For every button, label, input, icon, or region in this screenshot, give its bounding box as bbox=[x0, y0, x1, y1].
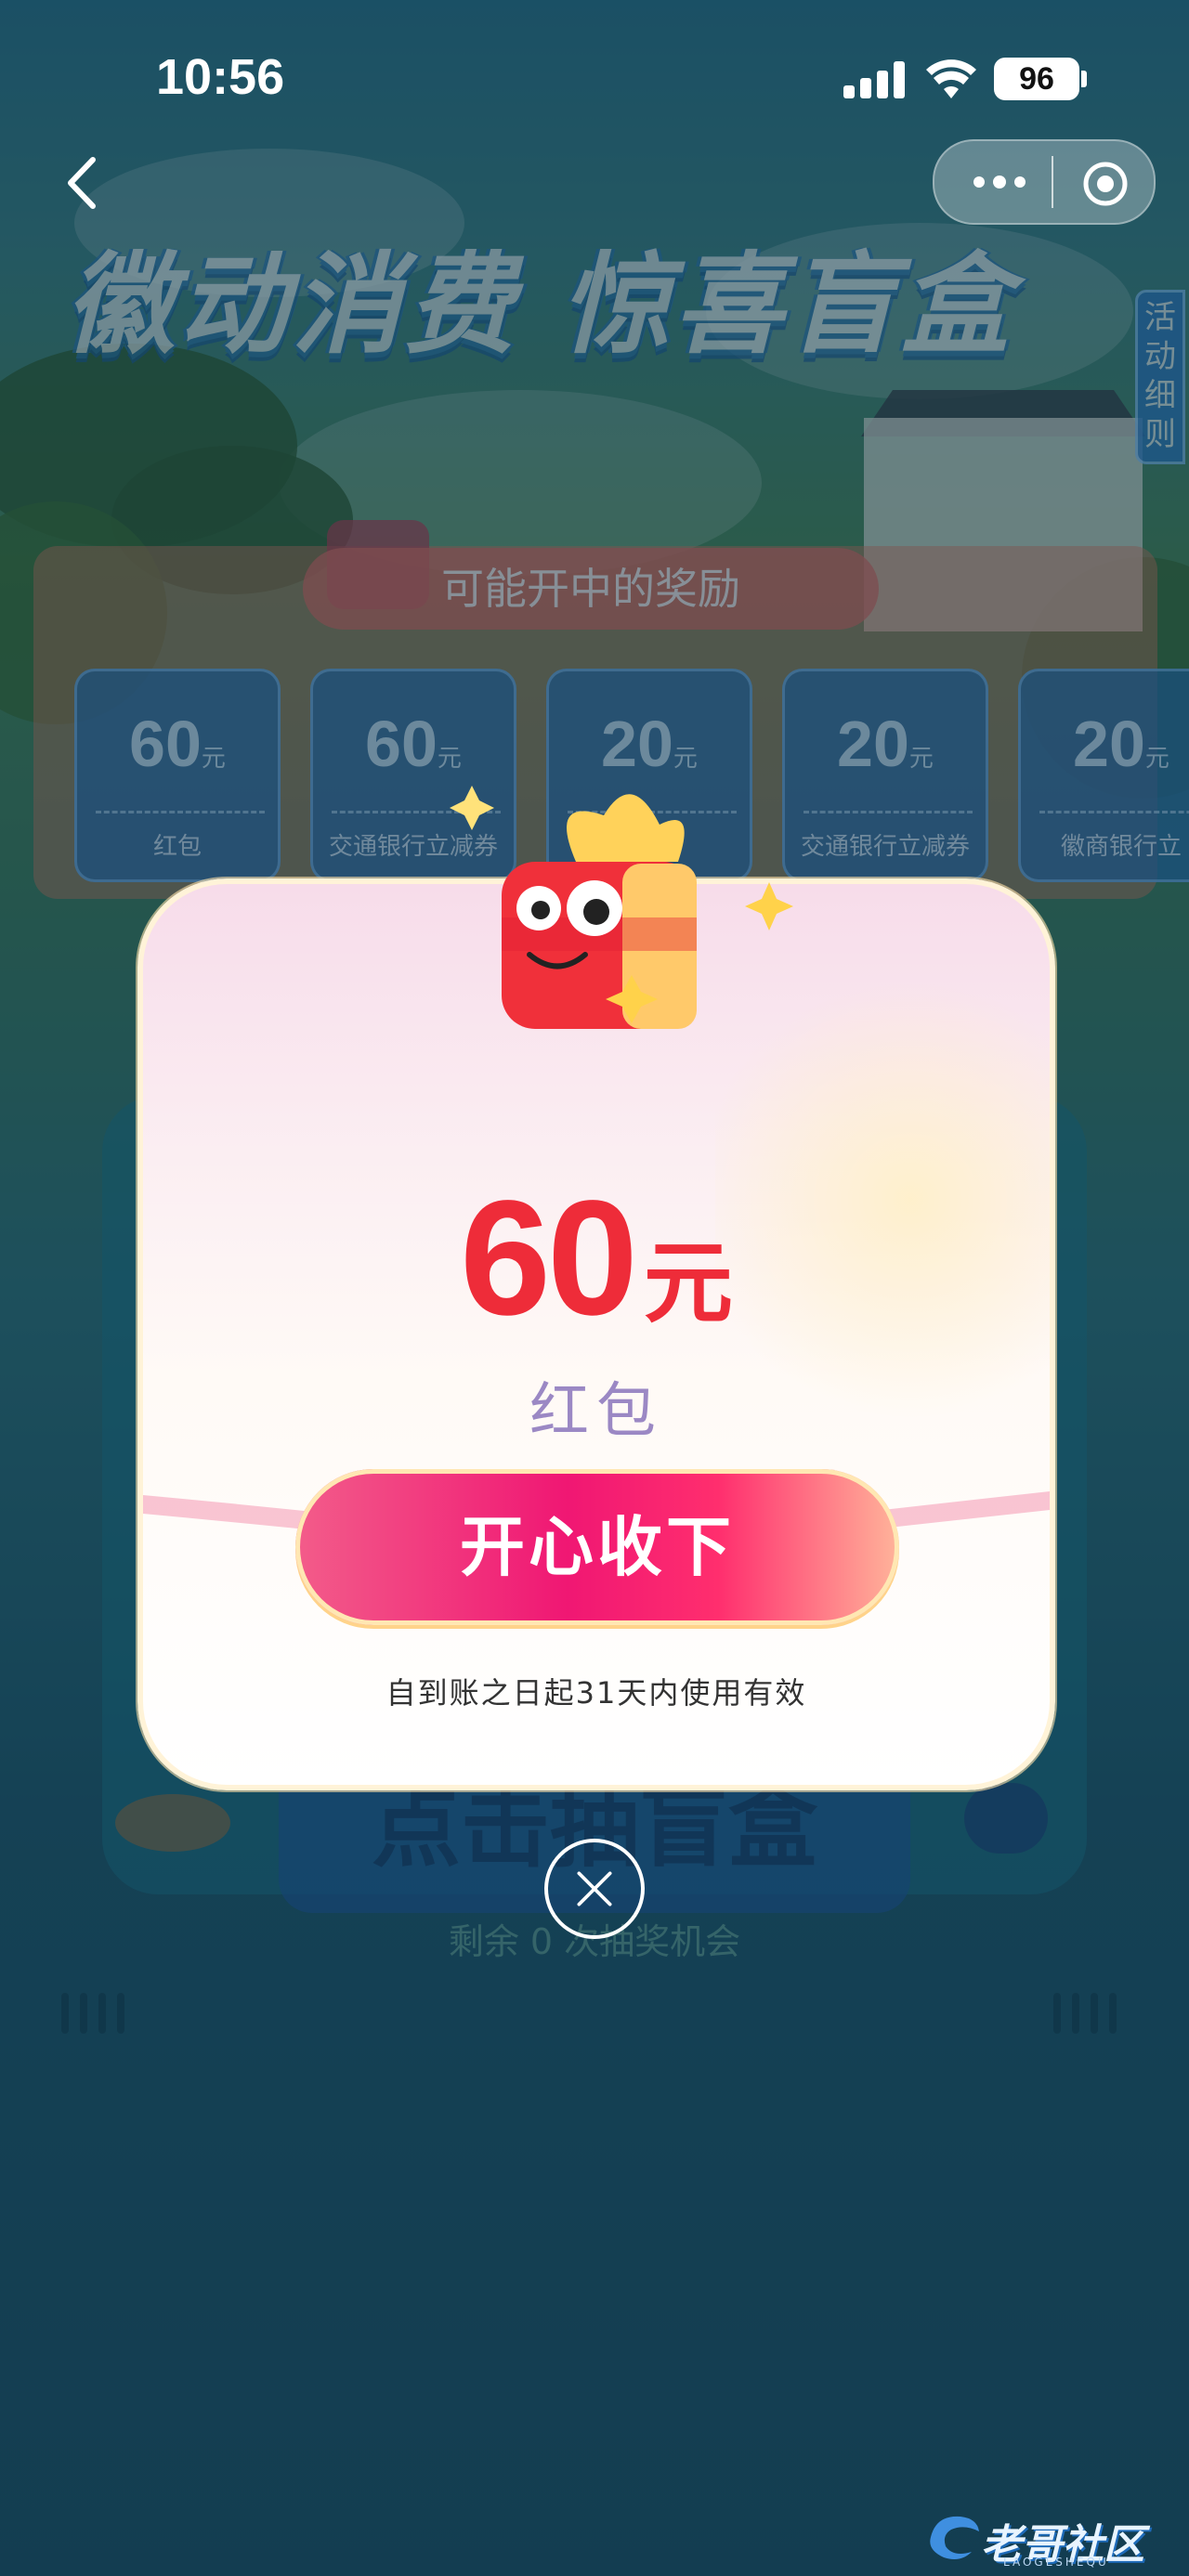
accept-button[interactable]: 开心收下 bbox=[295, 1469, 899, 1625]
app-screen: 徽动消费 惊喜盲盒 活动细则 可能开中的奖励 60元 红包 60元 交通银行立减… bbox=[0, 0, 1189, 2576]
modal-amount: 60 bbox=[460, 1167, 638, 1349]
cellular-signal-icon bbox=[843, 61, 908, 98]
wifi-icon bbox=[926, 59, 976, 98]
mini-program-capsule bbox=[933, 139, 1156, 225]
status-time: 10:56 bbox=[156, 49, 285, 105]
battery-icon: 96 bbox=[994, 58, 1079, 100]
watermark-sub: LAOGESHEQU bbox=[1003, 2556, 1109, 2569]
close-modal-icon[interactable] bbox=[544, 1839, 645, 1939]
modal-prize-type: 红包 bbox=[529, 1377, 663, 1446]
watermark: 老哥社区 LAOGESHEQU bbox=[923, 2507, 1174, 2569]
close-app-icon[interactable] bbox=[1081, 160, 1130, 208]
modal-unit: 元 bbox=[643, 1231, 733, 1335]
dragon-logo-icon bbox=[930, 2516, 979, 2559]
status-bar: 10:56 96 bbox=[0, 0, 1189, 149]
validity-text: 自到账之日起31天内使用有效 bbox=[385, 1675, 807, 1711]
prize-amount-display: 60 元 bbox=[143, 1164, 1050, 1352]
more-icon[interactable] bbox=[962, 160, 1037, 204]
back-arrow-icon[interactable] bbox=[56, 150, 111, 215]
gift-mascot-icon bbox=[450, 786, 793, 1029]
